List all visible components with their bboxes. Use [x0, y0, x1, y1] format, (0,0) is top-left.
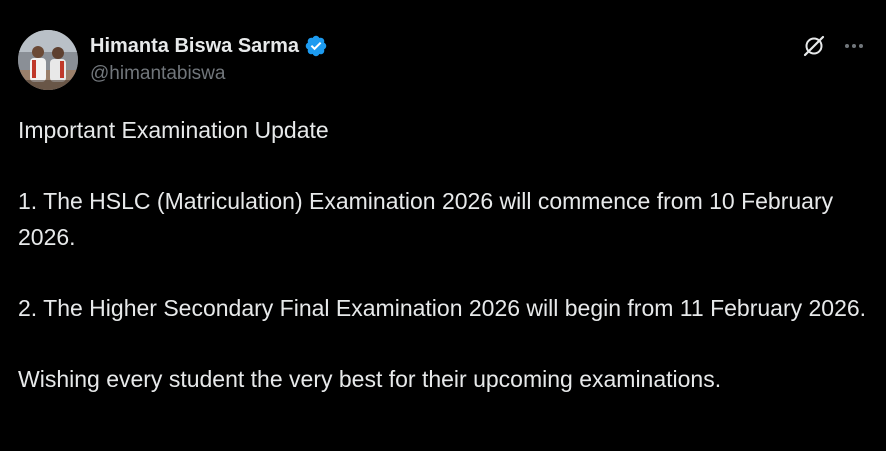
grok-slash-icon[interactable] [800, 32, 828, 60]
verified-badge-icon[interactable] [304, 34, 328, 58]
tweet-text: Important Examination Update 1. The HSLC… [18, 112, 868, 397]
user-handle[interactable]: @himantabiswa [90, 63, 328, 85]
tweet-paragraph-hslc: 1. The HSLC (Matriculation) Examination … [18, 188, 834, 250]
avatar-image [18, 30, 78, 90]
name-row: Himanta Biswa Sarma [90, 32, 328, 60]
tweet-paragraph-heading: Important Examination Update [18, 117, 329, 143]
tweet-paragraph-wishes: Wishing every student the very best for … [18, 366, 722, 392]
display-name[interactable]: Himanta Biswa Sarma [90, 35, 299, 58]
more-horizontal-icon[interactable] [840, 34, 868, 58]
tweet-paragraph-higher-secondary: 2. The Higher Secondary Final Examinatio… [18, 295, 867, 321]
avatar[interactable] [18, 30, 78, 90]
author-info: Himanta Biswa Sarma @himantabiswa [90, 32, 328, 85]
tweet-card: Himanta Biswa Sarma @himantabiswa Import… [0, 0, 886, 451]
